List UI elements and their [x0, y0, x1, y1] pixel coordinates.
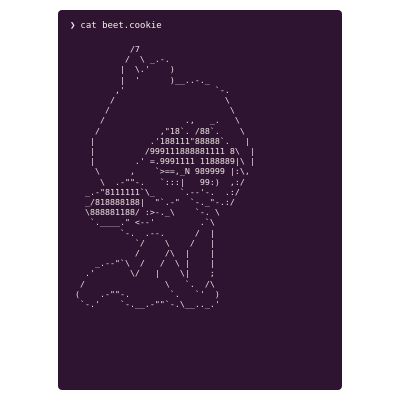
output-line: ( .-""-. `. `' )	[70, 288, 220, 299]
output-line: _.-"8111111`\_ `.--'-. .:/	[70, 186, 240, 197]
output-line: / \ `. /\	[70, 278, 215, 289]
output-line: | \.' )	[70, 64, 175, 75]
output-line: `/ \ / |	[70, 237, 215, 248]
output-line: / \	[70, 105, 235, 116]
output-line: `.____." <--' .`\	[70, 217, 215, 228]
output-line: `-. .--. / |	[70, 227, 215, 238]
prompt-chevron-icon: ❯	[70, 21, 76, 31]
output-line: `-.' `-.__.-""`-.\__.._.'	[70, 299, 220, 310]
output-line: /7	[70, 44, 140, 54]
output-line: _.--"`\ / / \ | |	[70, 258, 215, 269]
prompt-line: ❯ cat beet.cookie	[70, 20, 342, 32]
output-line: | /999111888881111 8\ |	[70, 146, 255, 157]
output-line: \ , `>==,_N 989999 |:\,	[70, 166, 250, 177]
output-line: | .' =.9991111 1188889|\ |	[70, 156, 255, 167]
output-line: \888881188/ :>-._\ `-. \	[70, 207, 220, 218]
output-line: / ., _. \	[70, 115, 240, 126]
output-line: ,' `-.	[70, 84, 230, 95]
output-line: / \ _.-.	[70, 54, 170, 65]
output-line: | .'188111"88888`. |	[70, 135, 250, 146]
output-line: \ .-""-. `:::| 99:) ,:/	[70, 176, 245, 187]
output-line: _/818888188| "`.-" `-._"-.:/	[70, 197, 235, 208]
output-line: | ' )__..-._	[70, 74, 210, 85]
terminal-window[interactable]: ❯ cat beet.cookie /7 / \ _.-. | \.' ) | '…	[58, 10, 342, 390]
command-text: cat beet.cookie	[80, 21, 162, 31]
output-line: / /\ | |	[70, 248, 215, 259]
output-line: / ,"18`. /88`. \	[70, 125, 245, 136]
command-output: /7 / \ _.-. | \.' ) | ' )__..-._ ,' `-. …	[70, 44, 342, 309]
output-line: / \	[70, 95, 230, 106]
output-line: .' \/ | \| ;	[70, 268, 215, 279]
